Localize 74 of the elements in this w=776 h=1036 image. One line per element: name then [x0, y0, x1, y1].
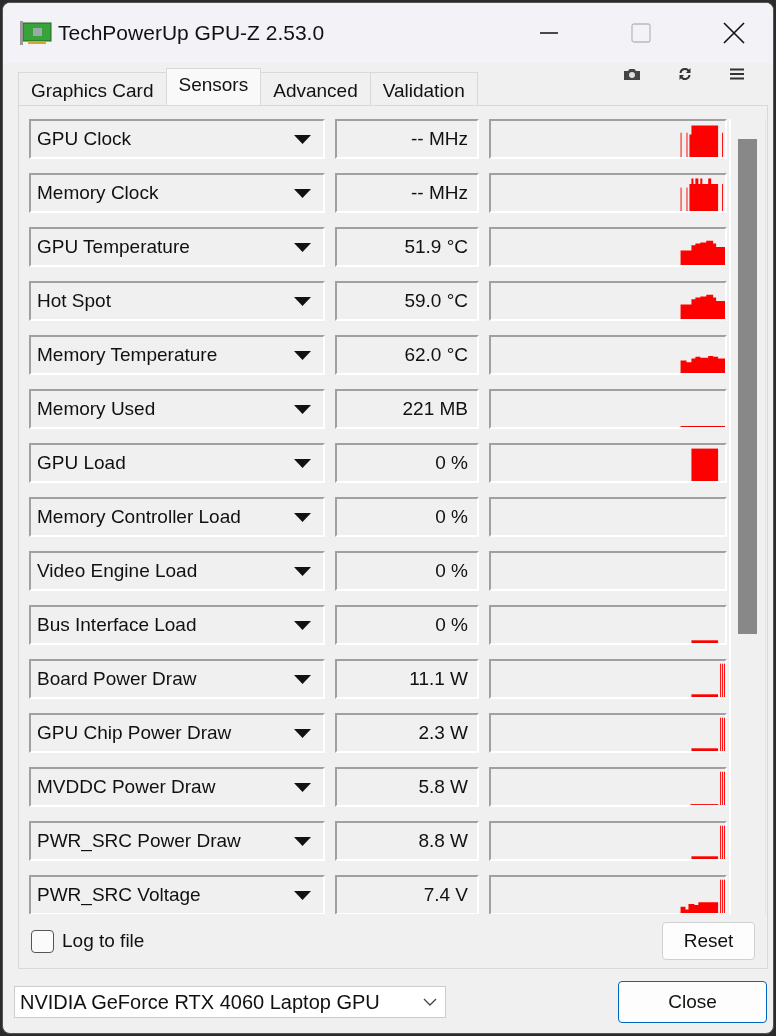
sparkline: [691, 640, 719, 643]
caret-icon: [294, 350, 311, 360]
sparkline: [691, 448, 719, 481]
caret-icon: [294, 782, 311, 792]
sensor-value: 0 %: [335, 443, 479, 483]
caret-icon: [294, 890, 311, 900]
close-button[interactable]: Close: [618, 981, 767, 1023]
sparkline: [680, 240, 725, 265]
sensor-dropdown[interactable]: PWR_SRC Power Draw: [29, 821, 325, 861]
checkbox[interactable]: [31, 929, 54, 953]
sensor-dropdown[interactable]: Memory Temperature: [29, 335, 325, 375]
camera-icon[interactable]: [624, 68, 640, 80]
caret-icon: [294, 728, 311, 738]
sparkline: [690, 771, 725, 805]
caret-icon: [294, 188, 311, 198]
caret-icon: [294, 404, 311, 414]
reset-button[interactable]: Reset: [662, 922, 755, 960]
caret-icon: [294, 134, 311, 144]
caret-icon: [294, 566, 311, 576]
gpu-select[interactable]: NVIDIA GeForce RTX 4060 Laptop GPU: [14, 986, 446, 1018]
sparkline: [691, 717, 725, 751]
sparkline: [680, 879, 725, 913]
sensor-value: 0 %: [335, 497, 479, 537]
sensor-dropdown[interactable]: Memory Controller Load: [29, 497, 325, 537]
sensor-dropdown[interactable]: Memory Used: [29, 389, 325, 429]
sparkline: [680, 178, 723, 211]
sensor-dropdown[interactable]: GPU Clock: [29, 119, 325, 159]
checkbox-label[interactable]: Log to file: [62, 930, 145, 952]
sensor-value: 11.1 W: [335, 659, 479, 699]
sensor-value: 0 %: [335, 605, 479, 645]
caret-icon: [294, 296, 311, 306]
sensor-dropdown[interactable]: Memory Clock: [29, 173, 325, 213]
sensor-value: -- MHz: [335, 119, 479, 159]
sparkline: [691, 663, 725, 697]
sensor-value: -- MHz: [335, 173, 479, 213]
sensor-dropdown[interactable]: GPU Temperature: [29, 227, 325, 267]
sensor-dropdown[interactable]: Hot Spot: [29, 281, 325, 321]
graphics-card-icon: [20, 21, 52, 45]
sensor-dropdown[interactable]: GPU Load: [29, 443, 325, 483]
sensor-value: 51.9 °C: [335, 227, 479, 267]
chevron-icon: [423, 998, 437, 1006]
sensor-value: 62.0 °C: [335, 335, 479, 375]
sparkline: [680, 355, 725, 373]
sparkline: [680, 426, 725, 427]
sensor-dropdown[interactable]: MVDDC Power Draw: [29, 767, 325, 807]
sensor-value: 7.4 V: [335, 875, 479, 914]
sparkline: [691, 825, 725, 859]
sensor-dropdown[interactable]: Board Power Draw: [29, 659, 325, 699]
caret-icon: [294, 620, 311, 630]
caret-icon: [294, 836, 311, 846]
tab[interactable]: Graphics Card: [18, 72, 167, 105]
tab[interactable]: Validation: [369, 72, 478, 105]
caret-icon: [294, 242, 311, 252]
caret-icon: [294, 458, 311, 468]
sensor-dropdown[interactable]: Video Engine Load: [29, 551, 325, 591]
scroll-thumb[interactable]: [738, 139, 757, 634]
tab[interactable]: Sensors: [165, 68, 262, 105]
close-icon[interactable]: [723, 22, 745, 44]
refresh-icon[interactable]: [678, 67, 692, 81]
sensor-value: 0 %: [335, 551, 479, 591]
sensor-dropdown[interactable]: GPU Chip Power Draw: [29, 713, 325, 753]
caret-icon: [294, 512, 311, 522]
sensor-dropdown[interactable]: PWR_SRC Voltage: [29, 875, 325, 914]
menu-icon[interactable]: [730, 68, 744, 80]
sparkline: [680, 125, 723, 157]
sensor-value: 59.0 °C: [335, 281, 479, 321]
sparkline: [680, 294, 725, 319]
sensor-dropdown[interactable]: Bus Interface Load: [29, 605, 325, 645]
sensor-value: 8.8 W: [335, 821, 479, 861]
caret-icon: [294, 674, 311, 684]
window-title: TechPowerUp GPU-Z 2.53.0: [58, 21, 325, 45]
sensor-value: 2.3 W: [335, 713, 479, 753]
sensor-value: 221 MB: [335, 389, 479, 429]
sensor-value: 5.8 W: [335, 767, 479, 807]
